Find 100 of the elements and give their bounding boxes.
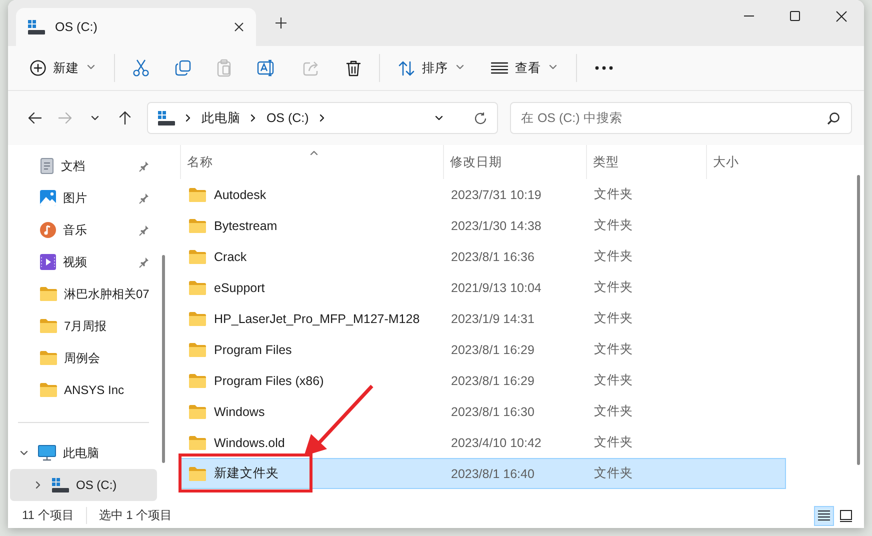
lines-icon (491, 62, 508, 74)
sidebar-item[interactable]: 周例会 (10, 342, 157, 374)
column-header[interactable]: 名称 (187, 154, 213, 170)
sidebar-label: ANSYS Inc (64, 383, 126, 397)
plus-circle-icon (30, 60, 46, 76)
scrollbar[interactable] (857, 175, 860, 465)
sidebar-item[interactable]: 视频 (10, 246, 157, 278)
file-row[interactable]: HP_LaserJet_Pro_MFP_M127-M128 2023/1/9 14:31 文件夹 (180, 303, 786, 334)
sidebar-label: 淋巴水肿相关07 (64, 286, 150, 302)
up-arrow-icon (118, 111, 132, 125)
sidebar-item[interactable]: 7月周报 (10, 310, 157, 342)
file-name: HP_LaserJet_Pro_MFP_M127-M128 (214, 312, 420, 326)
file-type: 文件夹 (593, 434, 634, 451)
folder-icon (189, 436, 206, 450)
sidebar-item[interactable]: 文档 (10, 150, 157, 182)
folder-icon (189, 218, 206, 232)
search-icon (826, 112, 840, 125)
trash-icon (346, 60, 361, 76)
maximize-icon (790, 11, 800, 21)
sidebar-item[interactable]: OS (C:) (10, 469, 157, 501)
modified-date: 2023/4/10 10:42 (450, 436, 542, 450)
sort-button[interactable]: 排序 (388, 52, 475, 84)
refresh-icon (474, 112, 487, 124)
view-button[interactable]: 查看 (481, 52, 568, 84)
sidebar-item[interactable]: 此电脑 (10, 437, 157, 469)
file-row[interactable]: 新建文件夹 2023/8/1 16:40 文件夹 (180, 458, 786, 489)
sidebar-label: 视频 (63, 254, 88, 270)
column-header[interactable]: 大小 (713, 154, 739, 170)
pin-icon (139, 256, 149, 268)
sidebar-label: 周例会 (64, 350, 101, 366)
folder-icon (40, 383, 57, 397)
plus-icon (275, 17, 287, 29)
file-type: 文件夹 (593, 465, 634, 482)
drive-icon (28, 20, 45, 34)
sidebar-item[interactable]: 淋巴水肿相关07 (10, 278, 157, 310)
copy-icon (175, 60, 191, 76)
file-name: Program Files (x86) (214, 374, 324, 388)
file-row[interactable]: Crack 2023/8/1 16:36 文件夹 (180, 241, 786, 272)
selection-count: 选中 1 个项目 (98, 507, 172, 524)
folder-icon (189, 188, 206, 202)
close-icon (836, 10, 846, 22)
folder-icon (189, 312, 206, 326)
sidebar-label: 音乐 (63, 222, 88, 238)
drive-icon (52, 478, 69, 492)
share-icon (303, 60, 320, 76)
drive-icon (158, 110, 176, 126)
scrollbar[interactable] (162, 255, 165, 463)
expand-chevron-icon (19, 448, 29, 458)
modified-date: 2023/8/1 16:29 (450, 374, 536, 388)
file-row[interactable]: Program Files 2023/8/1 16:29 文件夹 (180, 334, 786, 365)
file-row[interactable]: Program Files (x86) 2023/8/1 16:29 文件夹 (180, 365, 786, 396)
file-row[interactable]: eSupport 2021/9/13 10:04 文件夹 (180, 272, 786, 303)
address-bar[interactable]: 此电脑 OS (C:) (147, 102, 498, 134)
search-field[interactable]: 在 OS (C:) 中搜索 (510, 102, 852, 134)
tab[interactable]: OS (C:) (16, 8, 256, 46)
column-header[interactable]: 类型 (593, 154, 619, 170)
file-name: Windows.old (214, 436, 285, 450)
file-row[interactable]: Windows 2023/8/1 16:30 文件夹 (180, 396, 786, 427)
file-type: 文件夹 (593, 341, 634, 358)
file-row[interactable]: Autodesk 2023/7/31 10:19 文件夹 (180, 179, 786, 210)
file-type: 文件夹 (593, 217, 634, 234)
file-row[interactable]: Windows.old 2023/4/10 10:42 文件夹 (180, 427, 786, 458)
breadcrumb[interactable]: OS (C:) (266, 111, 309, 125)
file-row[interactable]: Bytestream 2023/1/30 14:38 文件夹 (180, 210, 786, 241)
new-button[interactable]: 新建 (20, 52, 106, 84)
breadcrumb[interactable]: 此电脑 (201, 110, 240, 126)
sidebar-item[interactable]: 图片 (10, 182, 157, 214)
sidebar-item[interactable]: ANSYS Inc (10, 374, 157, 406)
caret-icon (455, 62, 465, 72)
file-name: Windows (214, 404, 265, 418)
video-icon (40, 254, 56, 270)
folder-icon (189, 466, 206, 480)
details-view-icon (818, 510, 830, 521)
file-name: Program Files (214, 342, 292, 356)
more-icon (595, 66, 613, 70)
collapse-chevron-icon (33, 480, 43, 490)
folder-icon (189, 250, 206, 264)
sidebar-label: 图片 (63, 190, 88, 206)
file-name: 新建文件夹 (214, 465, 279, 482)
modified-date: 2023/8/1 16:40 (450, 466, 536, 480)
folder-icon (189, 342, 206, 356)
forward-arrow-icon (58, 111, 72, 125)
file-name: Crack (214, 250, 247, 264)
file-type: 文件夹 (593, 279, 634, 296)
caret-icon (86, 62, 96, 72)
modified-date: 2023/8/1 16:30 (450, 404, 536, 418)
sidebar-item[interactable]: 音乐 (10, 214, 157, 246)
back-arrow-icon (28, 111, 42, 125)
tab-title: OS (C:) (55, 20, 98, 34)
sort-arrows-icon (398, 60, 415, 76)
item-count: 11 个项目 (22, 507, 87, 524)
modified-date: 2023/1/30 14:38 (450, 218, 542, 232)
music-icon (40, 222, 56, 238)
file-name: eSupport (214, 280, 265, 294)
sidebar-label: 7月周报 (64, 318, 108, 334)
caret-icon (434, 113, 444, 123)
file-name: Autodesk (214, 188, 266, 202)
column-header[interactable]: 修改日期 (450, 154, 502, 170)
sidebar-label: 文档 (61, 158, 86, 174)
pin-icon (139, 224, 149, 236)
